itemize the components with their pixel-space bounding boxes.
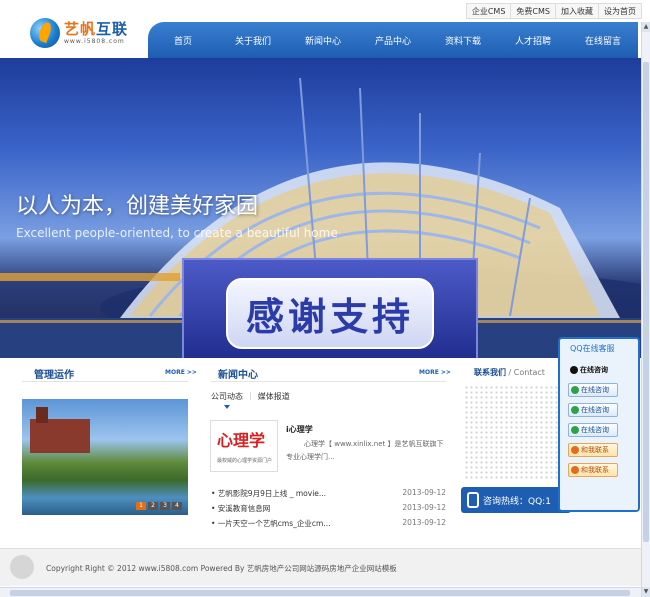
vertical-scrollbar[interactable]: ▲ ▼: [641, 22, 650, 597]
thanks-overlay: 感谢支持: [182, 258, 478, 358]
qq-consult-button[interactable]: 在线咨询: [568, 423, 618, 437]
toplink-add-favorite[interactable]: 加入收藏: [556, 4, 599, 18]
toplink-set-homepage[interactable]: 设为首页: [599, 4, 641, 18]
news-more-link[interactable]: MORE >>: [419, 369, 451, 376]
news-list: • 艺帆影院9月9日上线 _ movie... 2013-09-12 • 安溪教育…: [211, 488, 446, 533]
castle-shape: [30, 407, 90, 453]
toplink-enterprise-cms[interactable]: 企业CMS: [467, 4, 512, 18]
qq-icon: [570, 366, 578, 374]
photo-pager: 1 2 3 4: [136, 502, 182, 510]
qq-icon: [571, 406, 579, 414]
banner-subtitle: Excellent people-oriented, to create a b…: [16, 226, 338, 240]
top-links: 企业CMS 免费CMS 加入收藏 设为首页: [465, 3, 642, 19]
list-item[interactable]: • 一片天空一个艺帆cms_企业cm... 2013-09-12: [211, 518, 446, 533]
list-item[interactable]: • 艺帆影院9月9日上线 _ movie... 2013-09-12: [211, 488, 446, 503]
nav-jobs[interactable]: 人才招聘: [498, 22, 568, 58]
qq-service-panel: QQ在线客服 在线咨询 在线咨询 在线咨询 在线咨询 和我联系 和我联系: [558, 337, 640, 512]
main-nav: 首页 关于我们 新闻中心 产品中心 资料下载 人才招聘 在线留言: [148, 22, 638, 58]
phone-icon: [467, 492, 479, 508]
contact-me-button[interactable]: 和我联系: [568, 443, 618, 457]
qq-consult-button[interactable]: 在线咨询: [568, 403, 618, 417]
message-icon: [571, 466, 579, 474]
qq-icon: [571, 426, 579, 434]
contact-title: 联系我们 / Contact: [474, 368, 545, 377]
contact-me-button[interactable]: 和我联系: [568, 463, 618, 477]
management-title: 管理运作: [34, 370, 74, 381]
nav-home[interactable]: 首页: [148, 22, 218, 58]
hotline-bar: 咨询热线：QQ:1: [461, 487, 571, 513]
hero-banner: 以人为本，创建美好家园 Excellent people-oriented, t…: [0, 58, 641, 358]
logo-url: www.i5808.com: [64, 38, 125, 45]
nav-message[interactable]: 在线留言: [568, 22, 638, 58]
featured-image-title: 心理学: [217, 431, 266, 450]
tab-media-reports[interactable]: 媒体报道: [258, 391, 290, 402]
scroll-thumb[interactable]: [643, 62, 649, 542]
nav-downloads[interactable]: 资料下载: [428, 22, 498, 58]
news-title: 新闻中心: [218, 370, 258, 381]
world-map: [464, 385, 564, 480]
pager-4[interactable]: 4: [172, 502, 182, 510]
management-photo: [22, 399, 188, 515]
news-divider: [211, 381, 446, 382]
pager-1[interactable]: 1: [136, 502, 146, 510]
management-divider: [22, 381, 188, 382]
message-icon: [571, 446, 579, 454]
hscroll-thumb[interactable]: [10, 590, 630, 596]
site-logo[interactable]: 艺帆互联 www.i5808.com: [10, 10, 140, 56]
featured-image-caption: 最权威的心理学资源门户: [217, 458, 273, 464]
nav-about[interactable]: 关于我们: [218, 22, 288, 58]
news-tabs: 公司动态 | 媒体报道: [211, 391, 290, 402]
active-tab-arrow-icon: [224, 405, 230, 409]
footer-logo-icon: [10, 555, 34, 579]
featured-title[interactable]: i心理学: [286, 424, 313, 435]
thanks-text: 感谢支持: [225, 277, 434, 349]
qq-icon: [571, 386, 579, 394]
qq-panel-title: QQ在线客服: [570, 344, 615, 353]
horizontal-scrollbar[interactable]: [0, 587, 641, 597]
featured-desc: 心理学【 www.xinlix.net 】是艺帆互联旗下专业心理学门...: [286, 440, 444, 461]
hotline-text: 咨询热线：QQ:1: [483, 496, 551, 507]
management-more-link[interactable]: MORE >>: [165, 369, 197, 376]
qq-consult-button[interactable]: 在线咨询: [568, 383, 618, 397]
banner-slogan: 以人为本，创建美好家园: [16, 194, 259, 219]
featured-image[interactable]: 心理学 最权威的心理学资源门户: [210, 420, 278, 472]
pager-2[interactable]: 2: [148, 502, 158, 510]
logo-mark-icon: [30, 18, 60, 48]
pager-3[interactable]: 3: [160, 502, 170, 510]
nav-products[interactable]: 产品中心: [358, 22, 428, 58]
tab-company-news[interactable]: 公司动态: [211, 391, 243, 402]
toplink-free-cms[interactable]: 免费CMS: [511, 4, 556, 18]
qq-consult-button[interactable]: 在线咨询: [568, 363, 618, 377]
footer: Copyright Right © 2012 www.i5808.com Pow…: [0, 548, 641, 586]
scroll-down-icon[interactable]: ▼: [642, 587, 650, 597]
scroll-up-icon[interactable]: ▲: [642, 22, 650, 32]
logo-name: 艺帆互联: [64, 20, 129, 38]
list-item[interactable]: • 安溪教育信息网 2013-09-12: [211, 503, 446, 518]
footer-copyright: Copyright Right © 2012 www.i5808.com Pow…: [46, 564, 397, 573]
tab-separator: |: [249, 391, 252, 400]
nav-news[interactable]: 新闻中心: [288, 22, 358, 58]
